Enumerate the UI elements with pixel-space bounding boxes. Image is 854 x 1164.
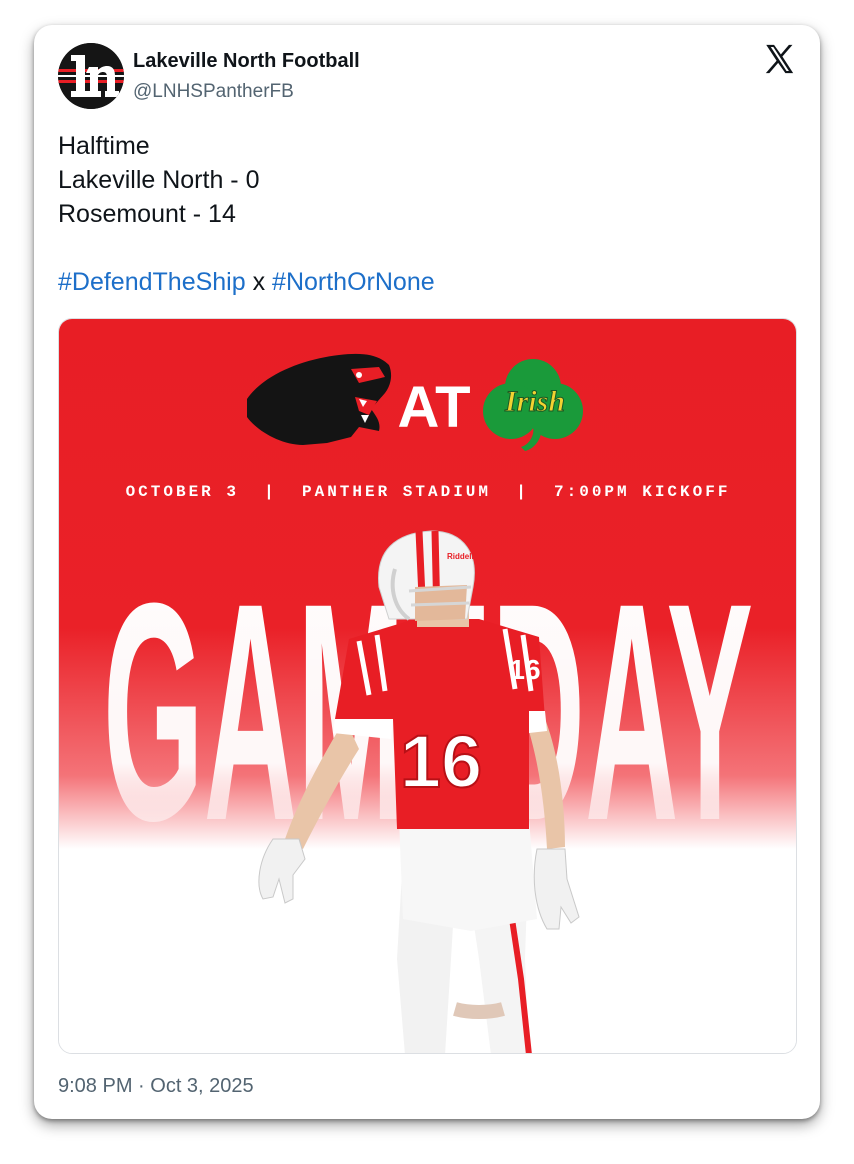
game-info-line: OCTOBER 3 | PANTHER STADIUM | 7:00PM KIC… <box>126 483 731 501</box>
tweet-line: Lakeville North - 0 <box>58 166 260 194</box>
sleeve-number: 16 <box>509 654 540 685</box>
irish-label: Irish <box>504 385 565 418</box>
tweet-timestamp[interactable]: 9:08 PM · Oct 3, 2025 <box>58 1075 254 1098</box>
x-logo-icon[interactable] <box>762 42 796 76</box>
helmet-brand: Riddell <box>447 552 474 561</box>
avatar[interactable] <box>58 43 124 109</box>
gameday-graphic[interactable]: AT Irish OCTOBER 3 | PANTHER STADIUM | 7… <box>58 318 797 1054</box>
gameday-graphic-art: AT Irish OCTOBER 3 | PANTHER STADIUM | 7… <box>59 319 796 1053</box>
tweet-text: Halftime Lakeville North - 0 Rosemount -… <box>58 129 259 231</box>
account-handle[interactable]: @LNHSPantherFB <box>133 81 294 103</box>
tweet-line: Halftime <box>58 132 150 160</box>
tweet-card: Lakeville North Football @LNHSPantherFB … <box>34 25 820 1119</box>
ln-logo-icon <box>58 43 124 109</box>
hashtag-separator: x <box>252 268 266 296</box>
display-name[interactable]: Lakeville North Football <box>133 50 360 73</box>
jersey-number: 16 <box>400 720 482 803</box>
hashtag-link[interactable]: #DefendTheShip <box>58 268 246 296</box>
hashtag-line: #DefendTheShip x #NorthOrNone <box>58 265 435 299</box>
hashtag-link[interactable]: #NorthOrNone <box>272 268 435 296</box>
tweet-line: Rosemount - 14 <box>58 200 236 228</box>
at-label: AT <box>397 375 470 440</box>
